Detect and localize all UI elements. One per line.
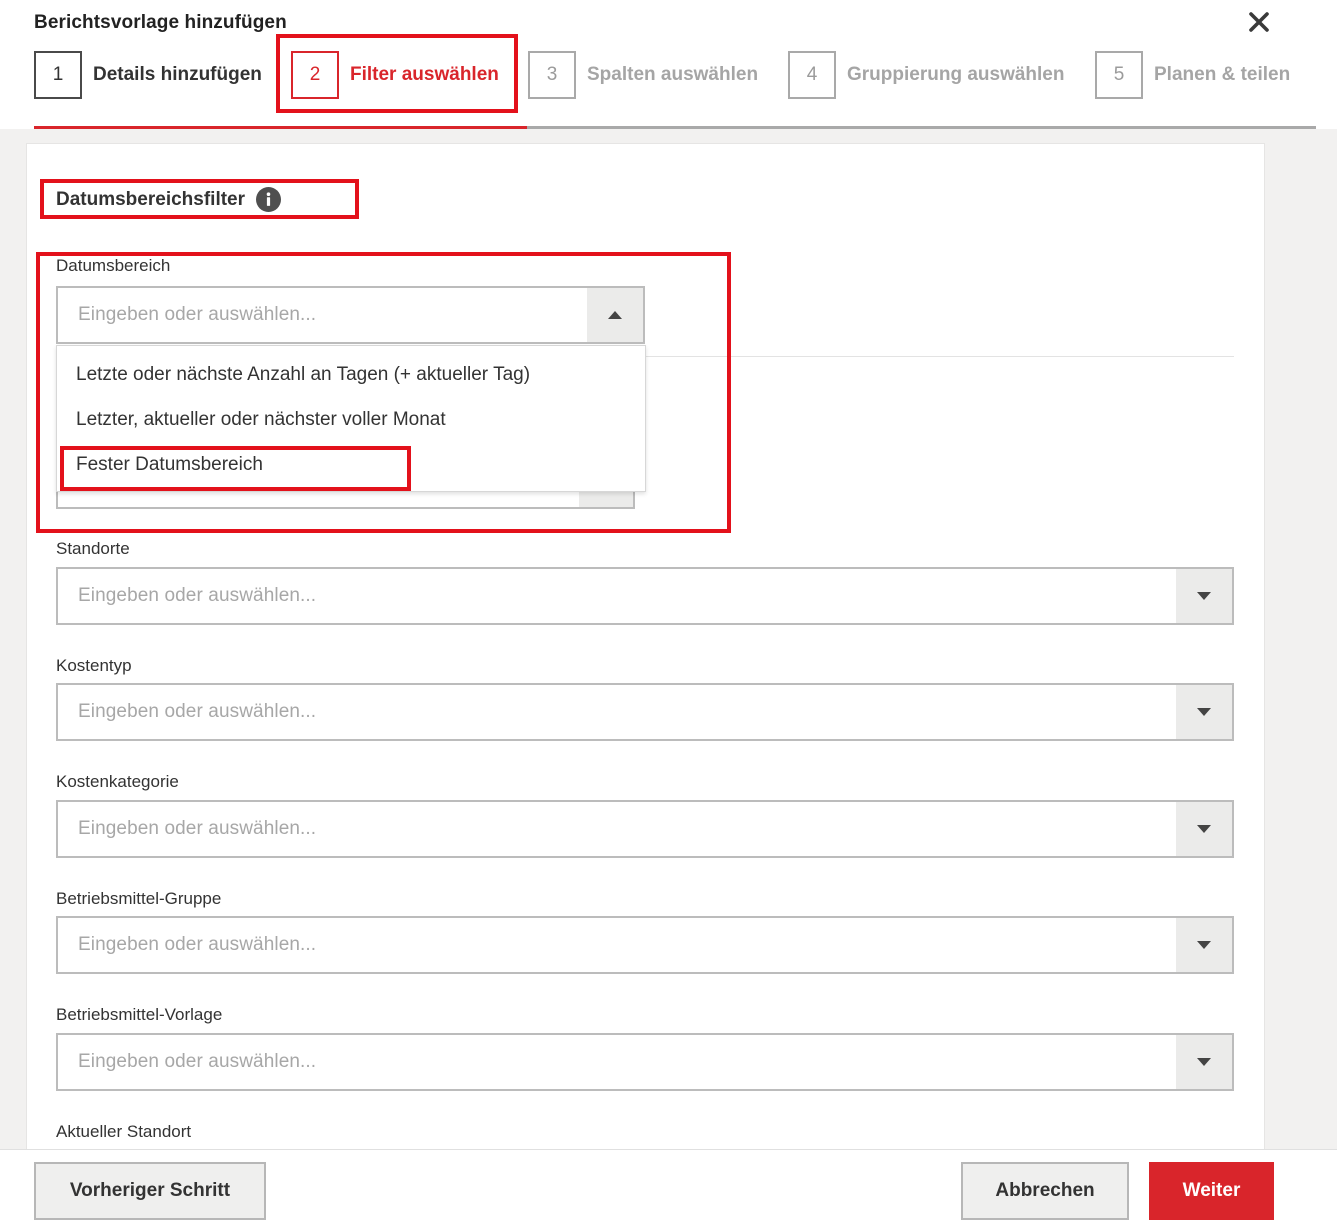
current-location-label: Aktueller Standort: [56, 1122, 192, 1141]
cost-type-placeholder: Eingeben oder auswählen...: [78, 701, 317, 722]
date-range-toggle[interactable]: [587, 288, 643, 342]
step-number: 2: [291, 51, 339, 99]
chevron-down-icon: [1197, 592, 1211, 600]
date-range-option-days[interactable]: Letzte oder nächste Anzahl an Tagen (+ a…: [76, 364, 530, 386]
next-button[interactable]: Weiter: [1149, 1162, 1274, 1220]
dialog-title: Berichtsvorlage hinzufügen: [34, 12, 287, 33]
asset-group-placeholder: Eingeben oder auswählen...: [78, 934, 317, 955]
date-range-placeholder: Eingeben oder auswählen...: [78, 304, 317, 325]
asset-template-toggle[interactable]: [1176, 1035, 1232, 1089]
locations-toggle[interactable]: [1176, 569, 1232, 623]
chevron-up-icon: [608, 311, 622, 319]
wizard-step-schedule[interactable]: 5 Planen & teilen: [1095, 51, 1290, 99]
step-label: Details hinzufügen: [93, 64, 262, 85]
close-icon: [1249, 12, 1269, 32]
date-range-select[interactable]: Eingeben oder auswählen...: [56, 286, 645, 344]
asset-template-placeholder: Eingeben oder auswählen...: [78, 1051, 317, 1072]
divider: [646, 356, 1234, 357]
date-range-option-month[interactable]: Letzter, aktueller oder nächster voller …: [76, 409, 446, 431]
cost-category-label: Kostenkategorie: [56, 772, 179, 791]
cost-category-placeholder: Eingeben oder auswählen...: [78, 818, 317, 839]
step-label: Gruppierung auswählen: [847, 64, 1065, 85]
step-number: 5: [1095, 51, 1143, 99]
dialog-footer: Vorheriger Schritt Abbrechen Weiter: [0, 1149, 1337, 1226]
section-title-text: Datumsbereichsfilter: [56, 188, 246, 210]
previous-step-button[interactable]: Vorheriger Schritt: [34, 1162, 266, 1220]
cancel-button[interactable]: Abbrechen: [961, 1162, 1129, 1220]
dialog-header: Berichtsvorlage hinzufügen 1 Details hin…: [0, 0, 1337, 128]
asset-group-select[interactable]: Eingeben oder auswählen...: [56, 916, 1234, 974]
date-range-label: Datumsbereich: [56, 256, 171, 275]
step-label: Filter auswählen: [350, 64, 499, 85]
step-number: 1: [34, 51, 82, 99]
locations-placeholder: Eingeben oder auswählen...: [78, 585, 317, 606]
close-button[interactable]: [1246, 9, 1272, 35]
asset-group-label: Betriebsmittel-Gruppe: [56, 889, 222, 908]
asset-template-label: Betriebsmittel-Vorlage: [56, 1005, 223, 1024]
section-title: Datumsbereichsfilter: [56, 187, 282, 212]
wizard-step-details[interactable]: 1 Details hinzufügen: [34, 51, 262, 99]
step-number: 4: [788, 51, 836, 99]
wizard-step-filter[interactable]: 2 Filter auswählen: [291, 51, 499, 99]
step-label: Spalten auswählen: [587, 64, 759, 85]
chevron-down-icon: [1197, 941, 1211, 949]
chevron-down-icon: [1197, 708, 1211, 716]
wizard-step-grouping[interactable]: 4 Gruppierung auswählen: [788, 51, 1064, 99]
cost-type-select[interactable]: Eingeben oder auswählen...: [56, 683, 1234, 741]
cost-category-select[interactable]: Eingeben oder auswählen...: [56, 800, 1234, 858]
info-icon[interactable]: [256, 187, 282, 212]
date-range-dropdown-menu: Letzte oder nächste Anzahl an Tagen (+ a…: [56, 345, 646, 492]
cost-type-label: Kostentyp: [56, 656, 132, 675]
date-range-option-fixed[interactable]: Fester Datumsbereich: [76, 454, 263, 476]
chevron-down-icon: [1197, 825, 1211, 833]
locations-select[interactable]: Eingeben oder auswählen...: [56, 567, 1234, 625]
info-glyph: [266, 192, 271, 206]
wizard-step-columns[interactable]: 3 Spalten auswählen: [528, 51, 758, 99]
asset-template-select[interactable]: Eingeben oder auswählen...: [56, 1033, 1234, 1091]
cost-type-toggle[interactable]: [1176, 685, 1232, 739]
asset-group-toggle[interactable]: [1176, 918, 1232, 972]
step-label: Planen & teilen: [1154, 64, 1291, 85]
chevron-down-icon: [1197, 1058, 1211, 1066]
locations-label: Standorte: [56, 539, 130, 558]
cost-category-toggle[interactable]: [1176, 802, 1232, 856]
step-number: 3: [528, 51, 576, 99]
